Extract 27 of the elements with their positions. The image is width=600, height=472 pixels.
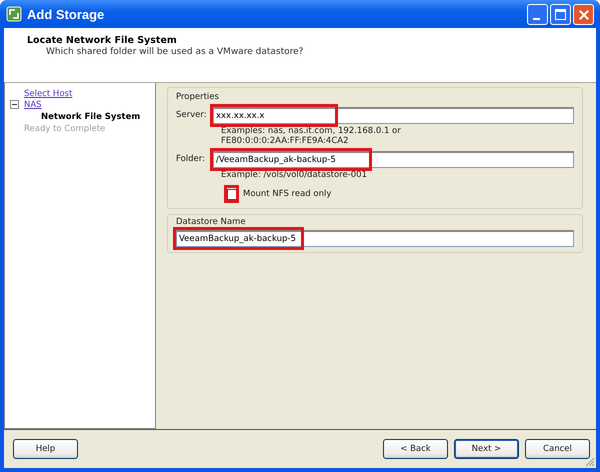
page-heading: Locate Network File System: [27, 35, 178, 46]
maximize-button[interactable]: [550, 4, 571, 24]
server-field[interactable]: xxx.xx.xx.x: [213, 106, 574, 124]
group-title: Properties: [176, 92, 220, 102]
wizard-button[interactable]: < Back: [383, 439, 448, 459]
datastore-name-field[interactable]: VeeamBackup_ak-backup-5: [176, 230, 574, 247]
resize-grip-icon[interactable]: [585, 457, 595, 467]
folder-field[interactable]: /VeeamBackup_ak-backup-5: [213, 150, 574, 168]
wizard-step[interactable]: NAS: [24, 100, 42, 110]
next-button[interactable]: Next >: [454, 439, 519, 459]
minimize-button[interactable]: [527, 4, 548, 24]
wizard-step: Ready to Complete: [24, 124, 106, 134]
wizard-step[interactable]: Select Host: [24, 88, 72, 98]
page-subtitle: Which shared folder will be used as a VMware datastore?: [45, 47, 304, 57]
checkbox-label: Mount NFS read only: [243, 189, 332, 199]
help-button[interactable]: Help: [13, 439, 78, 459]
wizard-step: Network File System: [41, 112, 140, 122]
collapse-icon[interactable]: [10, 100, 19, 109]
field-hint: Examples: nas, nas.it.com, 192.168.0.1 or FE80:0:0:0:2AA:FF:FE9A:4CA2: [220, 126, 402, 146]
window-title: Add Storage: [27, 6, 106, 22]
wizard-button[interactable]: Cancel: [525, 439, 590, 459]
group-title: Datastore Name: [176, 217, 247, 227]
field-hint: Example: /vols/vol0/datastore-001: [220, 170, 368, 180]
close-button[interactable]: [573, 4, 594, 24]
field-label: Server:: [176, 110, 208, 120]
app-icon: [6, 6, 22, 22]
field-label: Folder:: [176, 154, 206, 164]
